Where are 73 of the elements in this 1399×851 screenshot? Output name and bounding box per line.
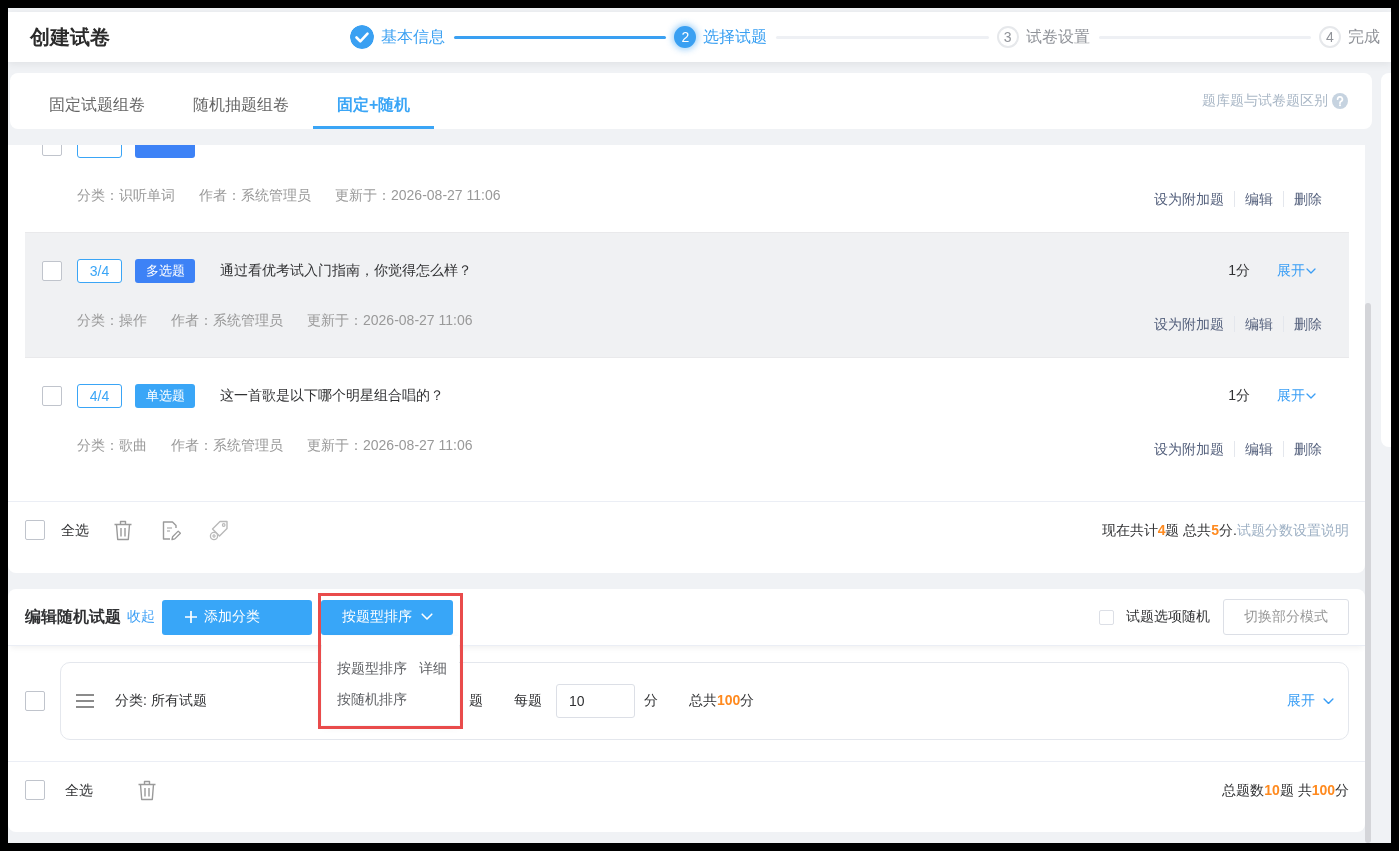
author-text: 作者：系统管理员	[171, 437, 283, 455]
updated-time: 更新于：2026-08-27 11:06	[307, 437, 473, 455]
question-label: 题	[469, 692, 483, 710]
updated-time: 更新于：2026-08-27 11:06	[307, 312, 473, 330]
step-number: 3	[996, 26, 1019, 48]
checkbox[interactable]	[25, 780, 45, 800]
help-icon[interactable]	[1332, 93, 1348, 109]
checkbox[interactable]	[42, 386, 62, 406]
summary-text: 总题数10题 共100分	[1222, 781, 1349, 800]
chevron-down-icon	[1306, 393, 1316, 399]
action-link[interactable]: 编辑	[1234, 441, 1283, 457]
author-text: 作者：系统管理员	[199, 187, 311, 205]
action-link[interactable]: 设为附加题	[1154, 441, 1234, 457]
action-link[interactable]: 删除	[1283, 316, 1322, 332]
select-all-label: 全选	[61, 521, 89, 540]
question-type-tag: 多选题	[135, 259, 195, 283]
step-number: 4	[1319, 26, 1341, 48]
question-type-tag: 单选题	[135, 384, 195, 408]
action-link[interactable]: 设为附加题	[1154, 316, 1234, 332]
page-title: 创建试卷	[30, 24, 110, 50]
menu-icon[interactable]	[76, 694, 94, 708]
category-text: 分类: 所有试题	[115, 692, 207, 710]
section-title: 编辑随机试题	[25, 606, 121, 627]
trash-icon[interactable]	[113, 520, 133, 541]
question-score: 1分	[1228, 387, 1250, 405]
step-label: 基本信息	[381, 26, 445, 47]
category-text: 分类：操作	[77, 312, 147, 330]
category-text: 分类：歌曲	[77, 437, 147, 455]
question-text: 通过看优考试入门指南，你觉得怎么样？	[220, 262, 472, 280]
option-label: 试题选项随机	[1126, 608, 1210, 626]
updated-time: 更新于：2026-08-27 11:06	[335, 187, 501, 205]
menu-item[interactable]: 详细	[419, 659, 447, 678]
trash-icon[interactable]	[137, 780, 157, 801]
tag-plus-icon[interactable]	[209, 520, 229, 541]
action-link[interactable]: 编辑	[1234, 191, 1283, 207]
question-number: 4/4	[77, 384, 122, 408]
checkbox[interactable]	[42, 261, 62, 281]
checkbox[interactable]	[25, 691, 45, 711]
score-input[interactable]: 10	[556, 684, 635, 718]
action-link[interactable]: 删除	[1283, 191, 1322, 207]
chevron-down-icon	[1306, 268, 1316, 274]
category-text: 分类：识听单词	[77, 187, 175, 205]
collapse-link[interactable]: 收起	[127, 608, 155, 626]
menu-item[interactable]: 按题型排序	[337, 659, 407, 678]
step-label: 选择试题	[703, 26, 768, 47]
checkbox[interactable]	[1099, 609, 1114, 625]
action-link[interactable]: 删除	[1283, 441, 1322, 457]
scrollbar[interactable]	[1365, 303, 1371, 843]
checkbox[interactable]	[25, 520, 45, 540]
plus-icon	[184, 610, 198, 624]
expand-link[interactable]: 展开	[1287, 692, 1334, 710]
total-score-text: 总共100分	[689, 692, 755, 710]
action-link[interactable]: 设为附加题	[1154, 191, 1234, 207]
menu-item[interactable]: 按随机排序	[337, 690, 407, 709]
author-text: 作者：系统管理员	[171, 312, 283, 330]
step-label: 完成	[1348, 26, 1380, 47]
question-text: 这一首歌是以下哪个明星组合唱的？	[220, 387, 444, 405]
expand-link[interactable]: 展开	[1277, 387, 1316, 405]
question-score: 1分	[1228, 262, 1250, 280]
unit-label: 分	[644, 692, 658, 710]
action-link[interactable]: 编辑	[1234, 316, 1283, 332]
per-question-label: 每题	[514, 692, 542, 710]
tab[interactable]: 固定试题组卷	[25, 73, 169, 129]
question-number: 3/4	[77, 259, 122, 283]
chevron-down-icon	[1323, 697, 1334, 705]
step-label: 试卷设置	[1025, 26, 1090, 47]
chevron-down-icon	[421, 613, 433, 621]
summary-text: 现在共计4题 总共5分.	[1101, 521, 1237, 540]
select-all-label: 全选	[65, 781, 93, 800]
tab[interactable]: 随机抽题组卷	[169, 73, 313, 129]
switch-mode-button[interactable]: 切换部分模式	[1223, 599, 1349, 635]
document-pencil-icon[interactable]	[161, 520, 181, 541]
step-number: 2	[674, 26, 697, 48]
